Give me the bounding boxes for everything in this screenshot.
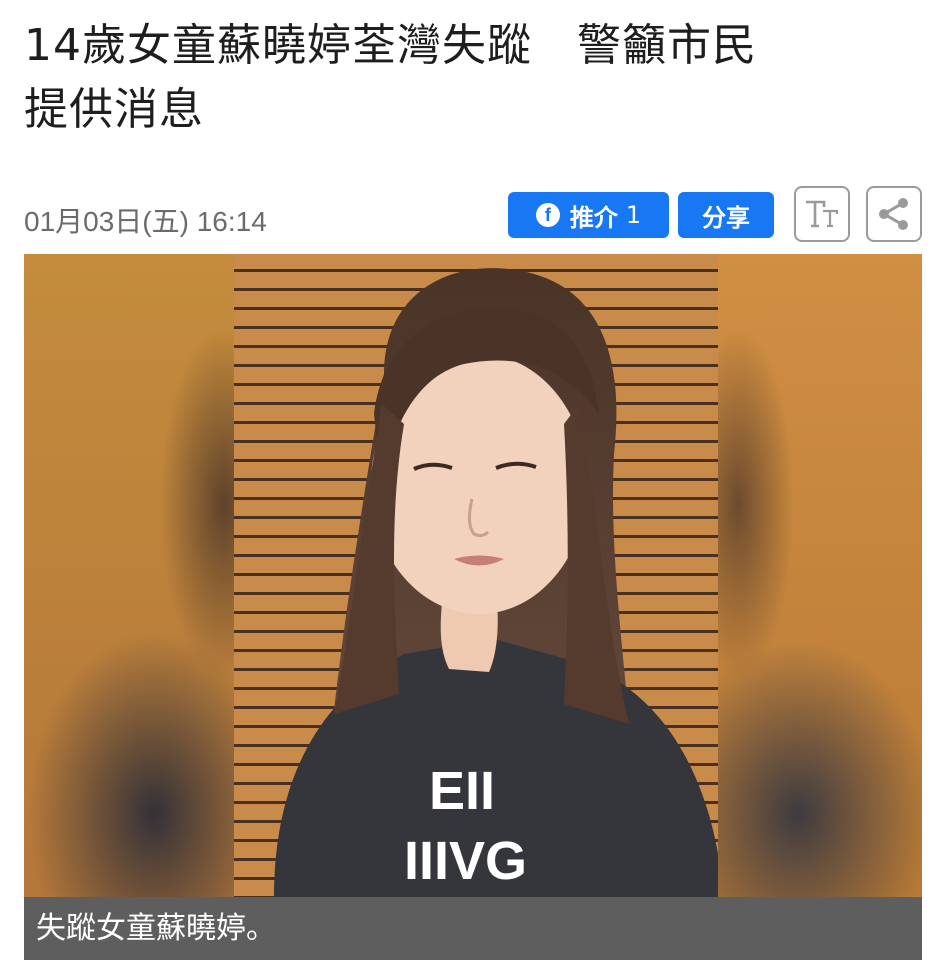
font-size-icon <box>806 200 839 228</box>
share-label: 分享 <box>702 203 750 232</box>
facebook-icon: f <box>535 203 560 227</box>
article-title: 14歲女童蘇曉婷荃灣失蹤 警籲市民 提供消息 <box>24 14 924 142</box>
facebook-share-button[interactable]: 分享 <box>678 192 774 238</box>
publish-date: 01月03日(五) 16:14 <box>24 206 267 237</box>
like-count: 1 <box>625 201 642 229</box>
article-photo: EII IIIVG <box>24 254 922 897</box>
photo-blur-left <box>24 254 234 897</box>
photo-caption: 失蹤女童蘇曉婷。 <box>24 897 922 960</box>
shirt-print-line-1: EII <box>429 761 495 821</box>
share-button[interactable] <box>866 186 922 242</box>
photo-blur-right <box>718 254 922 897</box>
missing-girl-portrait: EII IIIVG <box>234 254 718 897</box>
shirt-print-line-2: IIIVG <box>404 831 527 891</box>
facebook-like-button[interactable]: f 推介 1 <box>508 192 669 238</box>
article-title-line-2: 提供消息 <box>24 84 204 135</box>
share-icon <box>879 198 908 230</box>
like-label: 推介 <box>569 203 618 232</box>
font-size-button[interactable] <box>794 186 850 242</box>
article-title-line-1: 14歲女童蘇曉婷荃灣失蹤 警籲市民 <box>24 20 757 71</box>
article-meta-row: 01月03日(五) 16:14 f 推介 1 分享 <box>24 186 924 242</box>
